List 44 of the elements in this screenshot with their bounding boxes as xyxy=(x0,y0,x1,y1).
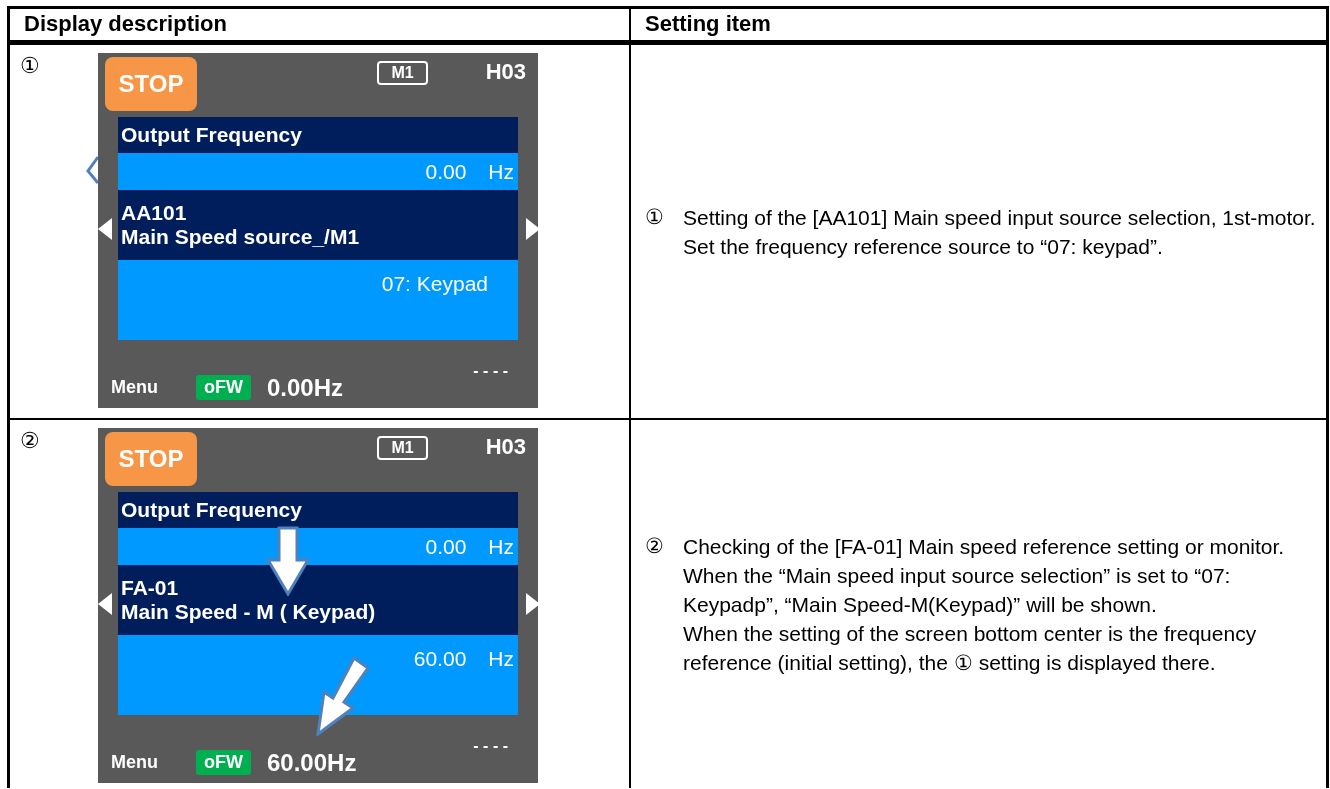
monitor-title: Output Frequency xyxy=(118,117,518,153)
description-text: Setting of the [AA101] Main speed input source selection, 1st-motor. xyxy=(683,204,1316,231)
direction-badge: oFW xyxy=(196,750,251,775)
monitor-unit: Hz xyxy=(488,534,514,559)
row-number: ② xyxy=(20,428,41,455)
right-triangle-icon xyxy=(526,593,540,615)
parameter-name: Main Speed source_/M1 xyxy=(121,225,361,249)
dashes: - - - - xyxy=(473,362,508,380)
description-text: Set the frequency reference source to “07: keypad”. xyxy=(683,233,1164,260)
left-triangle-icon xyxy=(98,218,112,240)
parameter-code: AA101 xyxy=(121,201,188,225)
parameter-unit: Hz xyxy=(488,647,514,671)
status-badge: STOP xyxy=(105,57,197,111)
status-badge: STOP xyxy=(105,432,197,486)
motor-badge: M1 xyxy=(377,61,428,85)
arrow-icon xyxy=(314,656,372,736)
right-triangle-icon xyxy=(526,218,540,240)
monitor-value: 0.00 xyxy=(425,159,467,184)
row-number: ① xyxy=(20,53,41,80)
screen-code: H03 xyxy=(485,59,526,85)
direction-badge: oFW xyxy=(196,375,251,400)
monitor-value: 0.00 xyxy=(425,534,467,559)
step-number: ② xyxy=(645,532,665,560)
column-header: Display description xyxy=(10,9,631,45)
frequency-reading: 0.00Hz xyxy=(267,374,344,402)
description-text: When the “Main speed input source selection” is set to “07: Keypadp”, “Main Speed-M(Keypad)” will be shown. xyxy=(683,562,1232,618)
dashes: - - - - xyxy=(473,737,508,755)
arrow-icon xyxy=(266,526,310,596)
step-number: ① xyxy=(645,203,665,231)
parameter-value: 60.00 xyxy=(413,647,467,671)
monitor-unit: Hz xyxy=(488,159,514,184)
column-header: Setting item xyxy=(631,9,1326,45)
left-triangle-icon xyxy=(98,593,112,615)
monitor-title: Output Frequency xyxy=(118,492,518,528)
parameter-name: Main Speed - M ( Keypad) xyxy=(121,600,377,624)
parameter-code: FA-01 xyxy=(121,576,180,600)
motor-badge: M1 xyxy=(377,436,428,460)
description-text: When the setting of the screen bottom center is the frequency reference (initial setting), the ① setting is displayed there. xyxy=(683,620,1258,676)
parameter-value: 07: Keypad xyxy=(381,272,488,296)
screen-code: H03 xyxy=(485,434,526,460)
menu-label: Menu xyxy=(111,752,158,773)
menu-label: Menu xyxy=(111,377,158,398)
frequency-reading: 60.00Hz xyxy=(267,749,357,777)
description-text: Checking of the [FA-01] Main speed reference setting or monitor. xyxy=(683,533,1286,560)
